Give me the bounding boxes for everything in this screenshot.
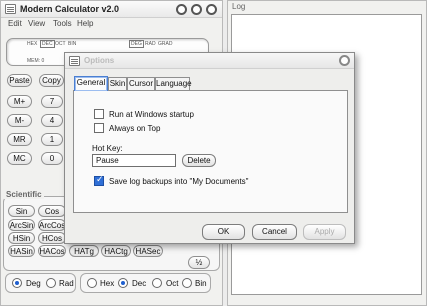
options-title: Options bbox=[84, 56, 115, 65]
bin-radio[interactable] bbox=[182, 278, 192, 288]
arcsin-button[interactable]: ArcSin bbox=[8, 219, 35, 231]
memory-clear-button[interactable]: MC bbox=[7, 152, 32, 165]
hex-radio-label: Hex bbox=[100, 279, 115, 288]
options-titlebar[interactable]: Options bbox=[65, 53, 354, 69]
close-icon[interactable] bbox=[206, 4, 217, 15]
tab-general[interactable]: General bbox=[74, 76, 108, 91]
hacos-button[interactable]: HACos bbox=[38, 245, 66, 257]
hatg-button[interactable]: HATg bbox=[69, 245, 99, 257]
hasec-button[interactable]: HASec bbox=[133, 245, 163, 257]
deg-radio[interactable] bbox=[12, 278, 22, 288]
minimize-icon[interactable] bbox=[176, 4, 187, 15]
memory-subtract-button[interactable]: M- bbox=[7, 114, 32, 127]
copy-button[interactable]: Copy bbox=[39, 74, 64, 87]
calculator-menubar: Edit View Tools Help bbox=[1, 18, 222, 29]
save-log-label: Save log backups into "My Documents" bbox=[109, 177, 249, 186]
scientific-group-label: Scientific bbox=[4, 190, 44, 199]
cos-button[interactable]: Cos bbox=[38, 205, 66, 217]
digit-1-button[interactable]: 1 bbox=[41, 133, 63, 146]
calculator-app-icon bbox=[5, 4, 16, 14]
hcos-button[interactable]: HCos bbox=[38, 232, 66, 244]
calculator-title: Modern Calculator v2.0 bbox=[20, 4, 120, 14]
menu-tools[interactable]: Tools bbox=[53, 19, 72, 28]
maximize-icon[interactable] bbox=[191, 4, 202, 15]
sin-button[interactable]: Sin bbox=[8, 205, 35, 217]
display-mode-rad: RAD bbox=[145, 41, 156, 47]
display-mode-dec: DEC bbox=[40, 40, 55, 48]
oct-radio-label: Oct bbox=[166, 279, 179, 288]
rad-radio[interactable] bbox=[46, 278, 56, 288]
save-log-checkbox[interactable] bbox=[94, 175, 104, 186]
digit-0-button[interactable]: 0 bbox=[41, 152, 63, 165]
hotkey-input[interactable]: Pause bbox=[92, 154, 176, 167]
hex-radio[interactable] bbox=[87, 278, 97, 288]
dec-radio-label: Dec bbox=[132, 279, 147, 288]
rad-radio-label: Rad bbox=[59, 279, 74, 288]
display-mode-deg: DEG bbox=[129, 40, 144, 48]
options-dialog: Options General Skin Cursor Language Run… bbox=[64, 52, 355, 244]
tab-skin[interactable]: Skin bbox=[108, 77, 127, 90]
apply-button[interactable]: Apply bbox=[303, 224, 346, 240]
bin-radio-label: Bin bbox=[195, 279, 207, 288]
digit-7-button[interactable]: 7 bbox=[41, 95, 63, 108]
display-mode-hex: HEX bbox=[27, 41, 38, 47]
menu-help[interactable]: Help bbox=[77, 19, 93, 28]
display-memory: MEM: 0 bbox=[27, 58, 45, 64]
always-on-top-checkbox[interactable] bbox=[94, 123, 104, 133]
cancel-button[interactable]: Cancel bbox=[252, 224, 297, 240]
tab-cursor[interactable]: Cursor bbox=[127, 77, 155, 90]
hsin-button[interactable]: HSin bbox=[8, 232, 35, 244]
calculator-titlebar[interactable]: Modern Calculator v2.0 bbox=[1, 1, 222, 18]
always-on-top-label: Always on Top bbox=[109, 124, 161, 133]
tab-language[interactable]: Language bbox=[155, 77, 192, 90]
dec-radio[interactable] bbox=[118, 278, 128, 288]
arccos-button[interactable]: ArcCos bbox=[38, 219, 66, 231]
log-title: Log bbox=[232, 2, 246, 11]
fraction-button[interactable]: ½ bbox=[188, 256, 210, 269]
memory-recall-button[interactable]: MR bbox=[7, 133, 32, 146]
hasin-button[interactable]: HASin bbox=[8, 245, 35, 257]
oct-radio[interactable] bbox=[152, 278, 162, 288]
digit-4-button[interactable]: 4 bbox=[41, 114, 63, 127]
dialog-close-icon[interactable] bbox=[339, 55, 350, 66]
delete-hotkey-button[interactable]: Delete bbox=[182, 154, 216, 167]
display-mode-oct: OCT bbox=[55, 41, 66, 47]
options-app-icon bbox=[69, 56, 80, 66]
run-at-startup-checkbox[interactable] bbox=[94, 109, 104, 119]
general-tab-panel: Run at Windows startup Always on Top Hot… bbox=[73, 90, 348, 213]
run-at-startup-label: Run at Windows startup bbox=[109, 110, 194, 119]
paste-button[interactable]: Paste bbox=[7, 74, 32, 87]
memory-add-button[interactable]: M+ bbox=[7, 95, 32, 108]
ok-button[interactable]: OK bbox=[202, 224, 245, 240]
menu-edit[interactable]: Edit bbox=[8, 19, 22, 28]
hotkey-label: Hot Key: bbox=[92, 144, 123, 153]
display-mode-grad: GRAD bbox=[158, 41, 173, 47]
deg-radio-label: Deg bbox=[26, 279, 41, 288]
menu-view[interactable]: View bbox=[28, 19, 45, 28]
display-mode-bin: BIN bbox=[68, 41, 77, 47]
hactg-button[interactable]: HACtg bbox=[101, 245, 131, 257]
